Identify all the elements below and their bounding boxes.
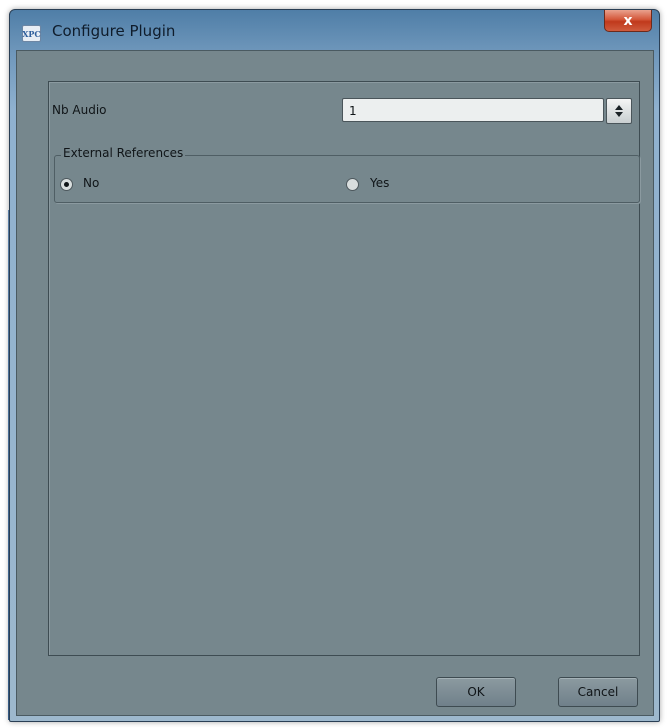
dialog-window: XPC Configure Plugin x Nb Audio 1 Extern… <box>9 9 660 722</box>
settings-panel: Nb Audio 1 External References No Yes <box>48 81 640 656</box>
nb-audio-spinbox: 1 <box>342 98 632 124</box>
ok-button[interactable]: OK <box>436 677 516 707</box>
radio-yes[interactable] <box>346 178 359 191</box>
radio-no[interactable] <box>60 178 73 191</box>
close-icon: x <box>623 12 633 29</box>
group-title: External References <box>61 146 186 160</box>
app-icon-text: XPC <box>22 28 41 39</box>
window-title: Configure Plugin <box>52 22 176 40</box>
radio-no-label[interactable]: No <box>83 176 99 190</box>
nb-audio-label: Nb Audio <box>52 103 107 117</box>
radio-yes-label[interactable]: Yes <box>370 176 389 190</box>
spin-buttons[interactable] <box>606 98 632 124</box>
nb-audio-input[interactable]: 1 <box>342 98 604 122</box>
xpc-app-icon: XPC <box>22 25 41 42</box>
spin-up-icon[interactable] <box>615 105 623 110</box>
close-button[interactable]: x <box>604 10 652 32</box>
cancel-button[interactable]: Cancel <box>558 677 638 707</box>
external-references-group: External References No Yes <box>54 146 640 203</box>
spin-down-icon[interactable] <box>615 112 623 117</box>
dialog-client-area: Nb Audio 1 External References No Yes OK… <box>16 50 654 716</box>
title-bar[interactable]: XPC Configure Plugin x <box>10 10 659 50</box>
